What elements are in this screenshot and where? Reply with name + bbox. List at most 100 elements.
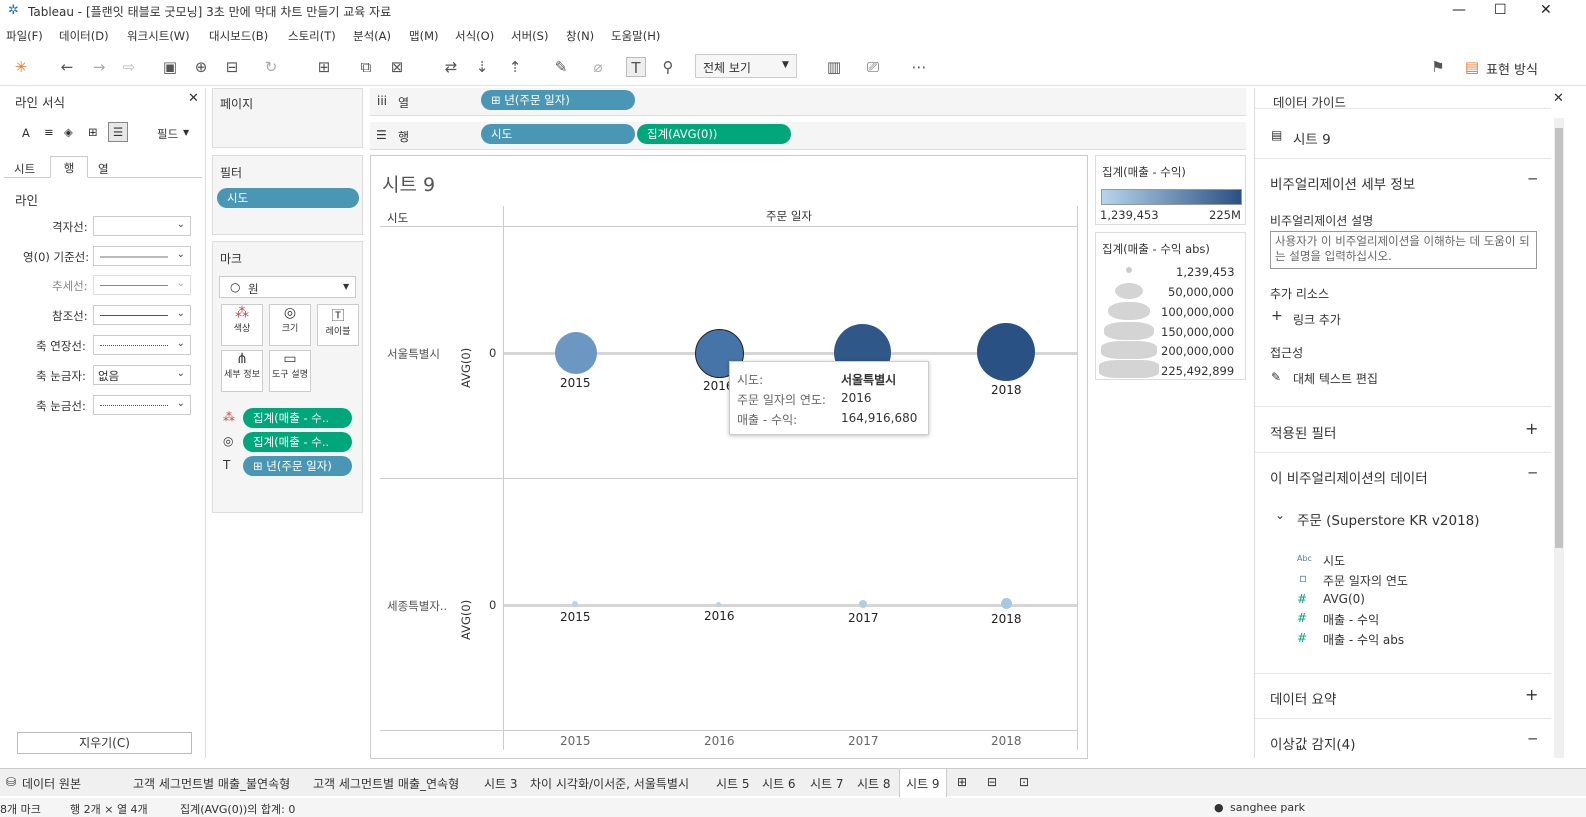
field-sales-profit[interactable]: 매출 - 수익 [1323,611,1379,628]
new-story-tab-icon[interactable]: ⊡ [1019,775,1029,789]
trend-line-dropdown[interactable]: ⌄ [93,275,191,295]
duplicate-sheet-icon[interactable]: ⧉ [356,57,376,77]
save-icon[interactable]: ▣ [160,57,180,77]
rows-shelf[interactable]: ☰ 행 시도 집계(AVG(0)) [370,122,1246,150]
menu-data[interactable]: 데이터(D) [59,28,109,44]
color-legend[interactable]: 집계(매출 - 수익) 1,239,453 225M [1095,155,1246,225]
share-icon[interactable]: ⋯ [909,57,929,77]
menu-help[interactable]: 도움말(H) [611,28,660,44]
color-pill[interactable]: 집계(매출 - 수.. [243,408,352,428]
tab-sheet5[interactable]: 시트 5 [716,775,750,792]
size-legend[interactable]: 집계(매출 - 수익 abs) 1,239,453 50,000,000 100… [1095,232,1246,380]
clear-button[interactable]: 지우기(C) [17,732,192,754]
minimize-button[interactable]: — [1452,2,1466,18]
sort-ascending-icon[interactable]: ⇣ [472,57,492,77]
maximize-button[interactable]: ☐ [1494,2,1507,18]
expand-icon[interactable]: + [1525,685,1538,704]
columns-shelf[interactable]: iii 열 ⊞ 년(주문 일자) [370,88,1246,116]
tab-rows[interactable]: 행 [50,156,88,178]
axis-extension-dropdown[interactable]: ⌄ [93,335,191,355]
status-user[interactable]: sanghee park [1230,801,1305,814]
refresh-icon[interactable]: ↻ [261,57,281,77]
tab-sheet[interactable]: 시트 [14,161,35,177]
undo-icon[interactable]: ← [57,57,77,77]
menu-window[interactable]: 창(N) [566,28,594,44]
size-button[interactable]: ◎ 크기 [269,304,311,346]
new-worksheet-tab-icon[interactable]: ⊞ [957,775,967,789]
detail-button[interactable]: ⋔ 세부 정보 [221,350,263,392]
show-cards-icon[interactable]: ▥ [824,57,844,77]
guide-scrollbar[interactable] [1554,118,1564,758]
tab-columns[interactable]: 열 [98,161,109,177]
mark-sejong-2017[interactable] [859,600,867,608]
new-datasource-icon[interactable]: ⊕ [191,57,211,77]
mark-sejong-2016[interactable] [716,602,721,607]
new-dashboard-tab-icon[interactable]: ⊟ [987,775,997,789]
field-avg0[interactable]: AVG(0) [1323,592,1365,606]
tab-sheet8[interactable]: 시트 8 [857,775,891,792]
show-me-icon[interactable]: ▤ [1462,57,1482,77]
pause-updates-icon[interactable]: ⊟ [222,57,242,77]
menu-format[interactable]: 서식(O) [455,28,494,44]
menu-map[interactable]: 맵(M) [409,28,438,44]
collapse-icon[interactable]: − [1527,465,1538,481]
size-pill[interactable]: 집계(매출 - 수.. [243,432,352,452]
gridlines-dropdown[interactable]: ⌄ [93,216,191,236]
mark-sejong-2018[interactable] [1001,598,1012,609]
field-order-year[interactable]: 주문 일자의 연도 [1323,572,1408,589]
expand-icon[interactable]: + [1525,419,1538,438]
new-worksheet-icon[interactable]: ⊞ [314,57,334,77]
menu-story[interactable]: 스토리(T) [288,28,336,44]
reference-line-dropdown[interactable]: ⌄ [93,305,191,325]
viz-description-textarea[interactable]: 사용자가 이 비주얼리제이션을 이해하는 데 도움이 되는 설명을 입력하십시오… [1270,231,1537,269]
worksheet-view[interactable]: 시트 9 시도 주문 일자 서울특별시 세종특별자.. AVG(0) AVG(0… [370,155,1088,759]
filters-shelf[interactable]: 필터 시도 [212,155,363,235]
viz-data-header[interactable]: 이 비주얼리제이션의 데이터 [1270,467,1428,487]
zero-line-dropdown[interactable]: ⌄ [93,246,191,266]
rows-pill-sido[interactable]: 시도 [481,124,635,144]
tab-sheet6[interactable]: 시트 6 [762,775,796,792]
fields-dropdown[interactable]: 필드 [157,126,178,142]
pages-shelf[interactable]: 페이지 [212,88,363,148]
menu-analysis[interactable]: 분석(A) [353,28,391,44]
outliers-header[interactable]: 이상값 감지(4) [1270,733,1356,753]
tableau-start-icon[interactable]: ✳ [11,57,31,77]
label-button[interactable]: 🅃 레이블 [317,304,359,346]
field-sido[interactable]: 시도 [1323,552,1345,569]
viz-details-header[interactable]: 비주얼리제이션 세부 정보 [1270,173,1415,193]
replay-icon[interactable]: ⇨ [119,57,139,77]
guide-scroll-thumb[interactable] [1555,128,1563,548]
pin-icon[interactable]: ⚲ [658,57,678,77]
color-button[interactable]: ⁂ 색상 [221,304,263,346]
close-button[interactable]: ✕ [1540,2,1552,18]
menu-server[interactable]: 서버(S) [511,28,548,44]
group-icon[interactable]: ⌀ [588,57,608,77]
show-me-button[interactable]: 표현 방식 [1486,59,1538,78]
sort-descending-icon[interactable]: ⇡ [505,57,525,77]
columns-pill-year[interactable]: ⊞ 년(주문 일자) [481,90,635,110]
tab-sheet3[interactable]: 시트 3 [484,775,518,792]
labels-icon[interactable]: T [626,57,646,77]
data-guide-close-icon[interactable]: ✕ [1553,91,1564,106]
redo-icon[interactable]: → [89,57,109,77]
chevron-down-icon[interactable]: ⌄ [1275,508,1285,522]
tab-segment-discrete[interactable]: 고객 세그먼트별 매출_불연속형 [133,775,290,792]
filter-pill-sido[interactable]: 시도 [217,188,359,208]
field-sales-profit-abs[interactable]: 매출 - 수익 abs [1323,631,1404,648]
edit-alt-text-button[interactable]: 대체 텍스트 편집 [1293,370,1378,387]
data-summary-header[interactable]: 데이터 요약 [1270,688,1336,708]
menu-dashboard[interactable]: 대시보드(B) [209,28,268,44]
font-format-icon[interactable]: A [22,126,30,140]
format-close-icon[interactable]: ✕ [188,91,199,106]
menu-worksheet[interactable]: 워크시트(W) [127,28,190,44]
lines-format-icon[interactable]: ☰ [108,122,128,142]
mark-sejong-2015[interactable] [572,601,578,607]
tab-sheet9-active[interactable]: 시트 9 [899,769,947,797]
publish-icon[interactable]: ⚑ [1428,57,1448,77]
alignment-icon[interactable]: ≡ [44,125,54,139]
swap-icon[interactable]: ⇄ [441,57,461,77]
borders-icon[interactable]: ⊞ [88,125,98,139]
applied-filters-header[interactable]: 적용된 필터 [1270,422,1336,442]
tooltip-button[interactable]: ▭ 도구 설명 [269,350,311,392]
clear-sheet-icon[interactable]: ⊠ [387,57,407,77]
